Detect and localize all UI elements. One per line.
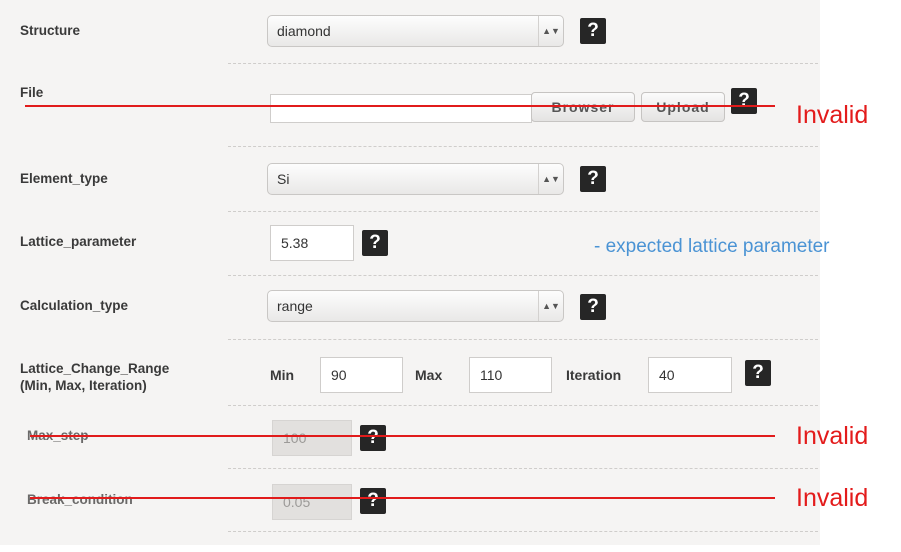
- select-arrows-icon: ▲▼: [538, 16, 563, 46]
- file-help-icon[interactable]: ?: [731, 88, 757, 114]
- max-step-invalid-annotation: Invalid: [796, 422, 869, 450]
- file-invalid-annotation: Invalid: [796, 101, 869, 129]
- break-condition-help-icon[interactable]: ?: [360, 488, 386, 514]
- structure-label: Structure: [20, 23, 81, 38]
- min-input[interactable]: 90: [320, 357, 403, 393]
- max-step-strike-line: [30, 435, 775, 437]
- structure-select-value: diamond: [277, 23, 331, 39]
- max-step-input: 100: [272, 420, 352, 456]
- lattice-parameter-input[interactable]: 5.38: [270, 225, 354, 261]
- lattice-change-range-label: Lattice_Change_Range: [20, 361, 170, 376]
- element-type-label: Element_type: [20, 171, 108, 186]
- break-condition-invalid-annotation: Invalid: [796, 484, 869, 512]
- file-strike-line: [25, 105, 775, 107]
- separator: [228, 211, 818, 212]
- calculation-type-select[interactable]: range ▲▼: [267, 290, 564, 322]
- iteration-input[interactable]: 40: [648, 357, 732, 393]
- file-path-input[interactable]: [270, 94, 532, 123]
- calculation-type-label: Calculation_type: [20, 298, 129, 313]
- structure-select[interactable]: diamond ▲▼: [267, 15, 564, 47]
- max-input[interactable]: 110: [469, 357, 552, 393]
- separator: [228, 531, 818, 532]
- break-condition-label: Break_condition: [27, 492, 133, 507]
- calculation-type-help-icon[interactable]: ?: [580, 294, 606, 320]
- lattice-parameter-help-icon[interactable]: ?: [362, 230, 388, 256]
- max-label: Max: [415, 367, 443, 383]
- form-panel: Structure diamond ▲▼ ? File Browser Uplo…: [0, 0, 820, 545]
- separator: [228, 405, 818, 406]
- element-type-select-value: Si: [277, 171, 290, 187]
- lattice-change-range-help-icon[interactable]: ?: [745, 360, 771, 386]
- break-condition-strike-line: [30, 497, 775, 499]
- separator: [228, 468, 818, 469]
- max-step-help-icon[interactable]: ?: [360, 425, 386, 451]
- structure-help-icon[interactable]: ?: [580, 18, 606, 44]
- browse-button[interactable]: Browser: [531, 92, 635, 122]
- lattice-change-range-sublabel: (Min, Max, Iteration): [20, 378, 147, 393]
- element-type-select[interactable]: Si ▲▼: [267, 163, 564, 195]
- min-label: Min: [270, 367, 295, 383]
- file-label: File: [20, 85, 44, 100]
- break-condition-input: 0.05: [272, 484, 352, 520]
- upload-button[interactable]: Upload: [641, 92, 725, 122]
- select-arrows-icon: ▲▼: [538, 164, 563, 194]
- lattice-parameter-note: - expected lattice parameter: [594, 236, 830, 257]
- separator: [228, 339, 818, 340]
- element-type-help-icon[interactable]: ?: [580, 166, 606, 192]
- calculation-type-select-value: range: [277, 298, 313, 314]
- separator: [228, 275, 818, 276]
- select-arrows-icon: ▲▼: [538, 291, 563, 321]
- lattice-parameter-label: Lattice_parameter: [20, 234, 137, 249]
- separator: [228, 63, 818, 64]
- iteration-label: Iteration: [566, 367, 622, 383]
- separator: [228, 146, 818, 147]
